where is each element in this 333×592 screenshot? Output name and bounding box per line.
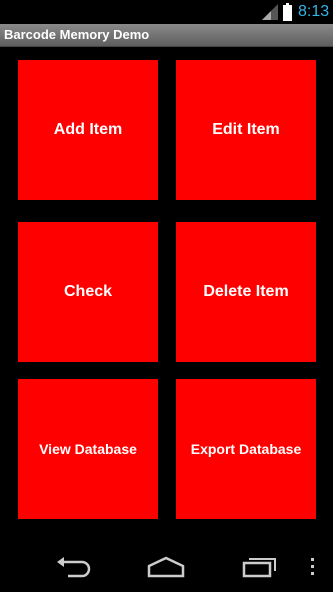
navigation-bar bbox=[0, 540, 333, 592]
export-database-label: Export Database bbox=[190, 441, 302, 457]
edit-item-button[interactable]: Edit Item bbox=[176, 60, 316, 200]
view-database-button[interactable]: View Database bbox=[18, 379, 158, 519]
export-database-button[interactable]: Export Database bbox=[176, 379, 316, 519]
home-icon[interactable] bbox=[146, 554, 186, 578]
add-item-button[interactable]: Add Item bbox=[18, 60, 158, 200]
delete-item-label: Delete Item bbox=[203, 283, 289, 300]
signal-icon bbox=[262, 4, 278, 20]
recent-apps-icon[interactable] bbox=[240, 554, 280, 578]
add-item-label: Add Item bbox=[53, 121, 123, 138]
status-bar: 8:13 bbox=[0, 0, 333, 24]
battery-icon bbox=[283, 3, 292, 21]
app-title: Barcode Memory Demo bbox=[4, 27, 150, 42]
edit-item-label: Edit Item bbox=[212, 121, 280, 138]
title-bar: Barcode Memory Demo bbox=[0, 24, 333, 47]
status-clock: 8:13 bbox=[298, 3, 330, 20]
view-database-label: View Database bbox=[39, 441, 137, 457]
delete-item-button[interactable]: Delete Item bbox=[176, 222, 316, 362]
check-label: Check bbox=[63, 283, 113, 300]
back-icon[interactable] bbox=[54, 554, 94, 578]
check-button[interactable]: Check bbox=[18, 222, 158, 362]
overflow-menu-icon[interactable] bbox=[306, 554, 318, 578]
